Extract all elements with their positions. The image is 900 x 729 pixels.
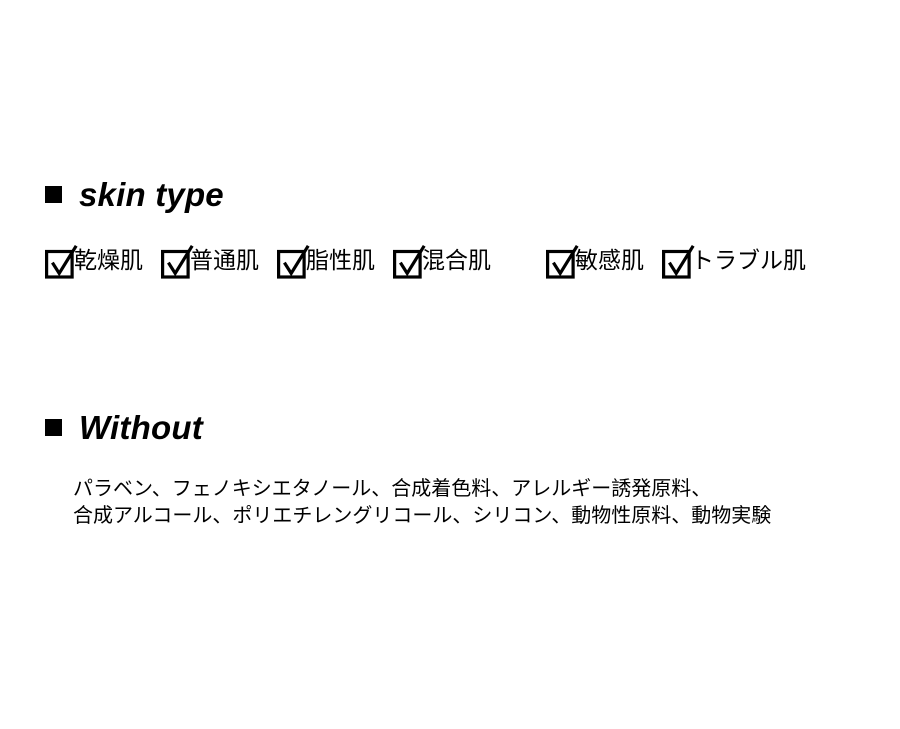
skin-type-checkbox-row: 乾燥肌 普通肌 脂性肌 混合肌 敏感肌 トラブル肌	[45, 244, 806, 279]
square-bullet-icon	[45, 419, 62, 436]
checked-checkbox-icon[interactable]	[393, 244, 426, 279]
without-ingredient-list: パラベン、フェノキシエタノール、合成着色料、アレルギー誘発原料、 合成アルコール…	[73, 475, 771, 529]
checkbox-label: 乾燥肌	[74, 248, 143, 274]
checked-checkbox-icon[interactable]	[546, 244, 579, 279]
square-bullet-icon	[45, 186, 62, 203]
checkbox-label: 普通肌	[190, 248, 259, 274]
without-line: 合成アルコール、ポリエチレングリコール、シリコン、動物性原料、動物実験	[73, 503, 772, 527]
checkbox-item-trouble-skin[interactable]: トラブル肌	[662, 244, 806, 279]
checkbox-label: トラブル肌	[691, 248, 806, 274]
checkbox-label: 脂性肌	[306, 248, 375, 274]
without-section-heading: Without	[45, 411, 203, 444]
skin-type-heading-label: skin type	[79, 176, 224, 213]
without-line: パラベン、フェノキシエタノール、合成着色料、アレルギー誘発原料、	[73, 476, 712, 500]
checked-checkbox-icon[interactable]	[662, 244, 695, 279]
checkbox-item-normal-skin[interactable]: 普通肌	[161, 244, 259, 279]
checked-checkbox-icon[interactable]	[45, 244, 78, 279]
skin-type-section-heading: skin type	[45, 178, 224, 211]
checked-checkbox-icon[interactable]	[277, 244, 310, 279]
checkbox-item-oily-skin[interactable]: 脂性肌	[277, 244, 375, 279]
checkbox-item-sensitive-skin[interactable]: 敏感肌	[546, 244, 644, 279]
page-canvas: skin type 乾燥肌 普通肌 脂性肌 混合肌 敏感肌 トラブル肌 With…	[0, 0, 900, 729]
checkbox-item-combination-skin[interactable]: 混合肌	[393, 244, 491, 279]
checkbox-label: 混合肌	[422, 248, 491, 274]
checked-checkbox-icon[interactable]	[161, 244, 194, 279]
without-heading-label: Without	[79, 409, 203, 446]
checkbox-item-dry-skin[interactable]: 乾燥肌	[45, 244, 143, 279]
checkbox-label: 敏感肌	[575, 248, 644, 274]
